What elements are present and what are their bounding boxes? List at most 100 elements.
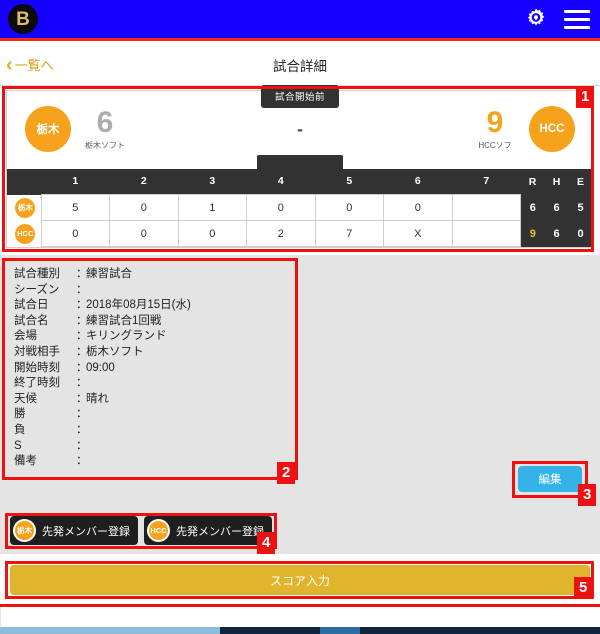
home-team-avatar: 栃木 (13, 519, 36, 542)
table-row: HCC 0 0 0 2 7 X 9 6 0 (7, 220, 593, 247)
table-row: 栃木 5 0 1 0 0 0 6 6 5 (7, 194, 593, 221)
detail-separator: ： (76, 268, 88, 280)
detail-row: 試合名 ： 練習試合1回戦 (14, 314, 294, 330)
row-team-avatar-cell: HCC (7, 220, 41, 247)
detail-value: 練習試合1回戦 (86, 314, 162, 327)
errors-cell: 5 (568, 194, 593, 221)
annotation-label-4: 4 (257, 532, 276, 554)
detail-value: キリングランド (86, 330, 167, 343)
inning-header-cell: 7 (452, 168, 521, 195)
away-score-value: 9 (486, 105, 504, 139)
runs-cell: 9 (520, 220, 545, 247)
edit-button[interactable]: 編集 (518, 466, 582, 492)
inning-score-cell: 0 (314, 194, 384, 221)
inning-header-cell: 1 (41, 168, 110, 195)
detail-row: 備考 ： (14, 454, 294, 470)
detail-separator: ： (76, 299, 88, 312)
back-link-label: 一覧へ (14, 58, 54, 73)
detail-label: 開始時刻 (14, 361, 60, 374)
detail-row: 開始時刻 ： 09:00 (14, 361, 294, 377)
detail-separator: ： (76, 314, 88, 327)
detail-value: 晴れ (86, 392, 109, 405)
row-team-avatar: 栃木 (15, 197, 36, 218)
detail-separator: ： (76, 392, 88, 405)
inning-score-cell: 0 (40, 220, 110, 247)
row-team-avatar-cell: 栃木 (7, 194, 41, 221)
inning-score-cell: 2 (246, 220, 316, 247)
inning-score-cell: 0 (246, 194, 316, 221)
detail-label: 会場 (14, 330, 37, 343)
detail-value (86, 423, 294, 439)
detail-row: 天候 ： 晴れ (14, 392, 294, 408)
os-taskbar (0, 627, 600, 634)
detail-label: 試合名 (14, 314, 49, 327)
away-team-name: HCCソフ (478, 140, 512, 150)
inning-score-cell: 0 (383, 194, 453, 221)
detail-label: 勝 (14, 408, 26, 421)
away-starting-members-label: 先発メンバー登録 (176, 525, 264, 538)
app-root: B ‹ 一覧へ 試合詳細 試合開始前 栃木 6 栃木ソフト - 9 HCCソフ … (0, 0, 600, 634)
taskbar-item[interactable] (220, 627, 320, 634)
detail-label: 対戦相手 (14, 345, 60, 358)
linescore-header-row: 1 2 3 4 5 6 7 R H E (7, 168, 593, 195)
away-team-avatar: HCC (147, 519, 170, 542)
inning-header-cell: 2 (109, 168, 178, 195)
home-starting-members-label: 先発メンバー登録 (42, 525, 130, 538)
annotation-label-2: 2 (277, 462, 296, 484)
bottom-whitespace (0, 607, 600, 627)
inning-header-cell: 6 (383, 168, 452, 195)
detail-separator: ： (76, 408, 88, 421)
home-team-avatar: 栃木 (25, 106, 71, 152)
detail-row: S ： (14, 439, 294, 455)
home-team-score: 6 栃木ソフト (81, 105, 129, 151)
detail-row: 負 ： (14, 423, 294, 439)
hamburger-line (564, 17, 590, 21)
member-registration-bar: 栃木 先発メンバー登録 HCC 先発メンバー登録 (0, 508, 600, 554)
hamburger-line (564, 9, 590, 13)
errors-header-cell: E (568, 168, 593, 195)
detail-row: 試合種別 ： 練習試合 (14, 267, 294, 283)
away-team-block: 9 HCCソフ HCC (471, 106, 575, 152)
detail-separator: ： (76, 283, 88, 296)
detail-label: 試合種別 (14, 268, 60, 280)
annotation-label-1: 1 (576, 86, 595, 108)
hits-cell: 6 (544, 220, 569, 247)
detail-row: 会場 ： キリングランド (14, 329, 294, 345)
score-separator: - (297, 118, 303, 139)
score-input-button[interactable]: スコア入力 (10, 565, 590, 595)
detail-label: S (14, 439, 22, 452)
gear-icon[interactable] (524, 7, 548, 31)
details-section: 試合種別 ： 練習試合 シーズン ： 試合日 ： 2018年08月15日(水) … (0, 255, 600, 508)
detail-separator: ： (76, 455, 88, 468)
detail-value: 栃木ソフト (86, 345, 144, 358)
hits-header-cell: H (544, 168, 569, 195)
detail-separator: ： (76, 423, 88, 436)
chevron-left-icon: ‹ (6, 53, 13, 76)
away-starting-members-button[interactable]: HCC 先発メンバー登録 (144, 516, 272, 545)
detail-row: 勝 ： (14, 407, 294, 423)
home-score-value: 6 (96, 105, 114, 139)
detail-value (86, 376, 294, 392)
annotation-label-5: 5 (574, 577, 593, 599)
detail-value (86, 283, 294, 299)
detail-separator: ： (76, 377, 88, 390)
app-logo[interactable]: B (8, 4, 38, 34)
away-team-score: 9 HCCソフ (471, 105, 519, 151)
taskbar-item[interactable] (360, 627, 370, 634)
detail-row: シーズン ： (14, 283, 294, 299)
home-team-name: 栃木ソフト (85, 140, 125, 150)
home-starting-members-button[interactable]: 栃木 先発メンバー登録 (10, 516, 138, 545)
back-to-list-link[interactable]: ‹ 一覧へ (6, 55, 54, 75)
app-bar: B (0, 0, 600, 41)
inning-score-cell: 0 (177, 220, 247, 247)
detail-row: 終了時刻 ： (14, 376, 294, 392)
detail-label: 負 (14, 423, 26, 436)
hamburger-menu-icon[interactable] (564, 9, 590, 29)
taskbar-item[interactable] (320, 627, 360, 634)
detail-value (86, 439, 294, 455)
away-team-avatar: HCC (529, 106, 575, 152)
taskbar-item[interactable] (0, 627, 220, 634)
inning-header-cell: 4 (246, 168, 315, 195)
linescore-body: 栃木 5 0 1 0 0 0 6 6 5 HCC 0 0 0 2 7 X 9 6… (7, 194, 593, 247)
scoreboard-card: 試合開始前 栃木 6 栃木ソフト - 9 HCCソフ HCC 1 2 3 4 5… (6, 85, 594, 248)
